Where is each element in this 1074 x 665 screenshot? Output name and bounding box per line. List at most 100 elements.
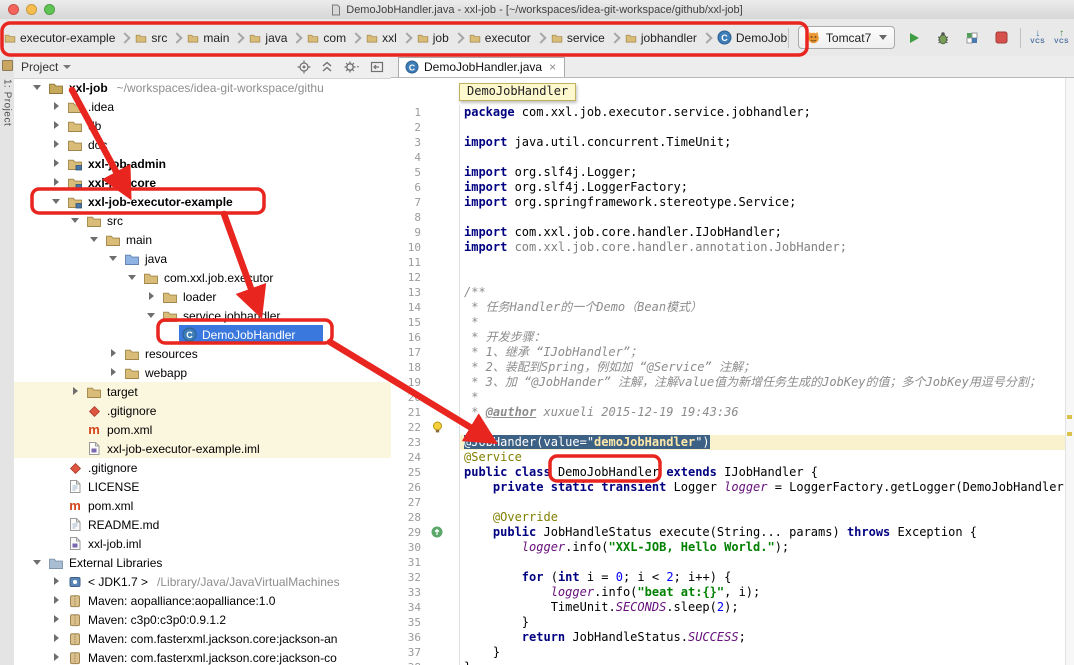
chevron-expanded-icon[interactable] [146, 310, 157, 321]
gutter[interactable] [423, 120, 460, 135]
gutter[interactable] [423, 660, 460, 665]
code-text[interactable]: import com.xxl.job.core.handler.annotati… [460, 240, 1066, 255]
chevron-collapsed-icon[interactable] [51, 101, 62, 112]
gutter[interactable] [423, 585, 460, 600]
gutter[interactable] [423, 360, 460, 375]
gutter[interactable] [423, 465, 460, 480]
code-text[interactable]: import com.xxl.job.core.handler.IJobHand… [460, 225, 1066, 240]
gutter[interactable] [423, 435, 460, 450]
chevron-collapsed-icon[interactable] [108, 348, 119, 359]
code-text[interactable]: @Override [460, 510, 1066, 525]
code-text[interactable]: * 开发步骤： [460, 330, 1066, 345]
breadcrumb-item-main[interactable]: main [184, 29, 232, 47]
chevron-collapsed-icon[interactable] [51, 652, 62, 663]
tree-item-com-xxl-job-executor[interactable]: com.xxl.job.executor [14, 268, 391, 287]
coverage-button[interactable] [962, 28, 982, 48]
gutter[interactable] [423, 630, 460, 645]
tree-item-pom-xml[interactable]: mpom.xml [14, 496, 391, 515]
gutter[interactable] [423, 390, 460, 405]
gutter[interactable] [423, 645, 460, 660]
tree-item-java[interactable]: java [14, 249, 391, 268]
tree-item-demojobhandler[interactable]: CDemoJobHandler [14, 325, 391, 344]
chevron-collapsed-icon[interactable] [51, 158, 62, 169]
hide-panel-icon[interactable] [370, 60, 384, 74]
gutter[interactable] [423, 285, 460, 300]
gutter[interactable] [423, 150, 460, 165]
gutter[interactable] [423, 540, 460, 555]
breadcrumb-item-src[interactable]: src [132, 29, 170, 47]
code-text[interactable]: /** [460, 285, 1066, 300]
code-text[interactable]: } [460, 645, 1066, 660]
code-text[interactable] [460, 495, 1066, 510]
chevron-expanded-icon[interactable] [89, 234, 100, 245]
tree-item-maven-com-fasterxml-jackson-core-jackson-an[interactable]: Maven: com.fasterxml.jackson.core:jackso… [14, 629, 391, 648]
project-tool-window-button[interactable]: 1: Project [2, 79, 13, 126]
editor-scrollbar-stripe[interactable] [1065, 78, 1074, 665]
chevron-collapsed-icon[interactable] [51, 139, 62, 150]
code-text[interactable]: * [460, 390, 1066, 405]
tree-item-xxl-job[interactable]: xxl-job~/workspaces/idea-git-workspace/g… [14, 78, 391, 97]
chevron-collapsed-icon[interactable] [146, 291, 157, 302]
code-text[interactable] [460, 555, 1066, 570]
tree-item-xxl-job-executor-example-iml[interactable]: xxl-job-executor-example.iml [14, 439, 391, 458]
tree-item-resources[interactable]: resources [14, 344, 391, 363]
code-text[interactable]: * @author xuxueli 2015-12-19 19:43:36 [460, 405, 1066, 420]
breadcrumb-item-java[interactable]: java [246, 29, 290, 47]
gutter[interactable] [423, 480, 460, 495]
chevron-expanded-icon[interactable] [32, 82, 43, 93]
tree-item-readme-md[interactable]: README.md [14, 515, 391, 534]
gutter[interactable] [423, 315, 460, 330]
code-text[interactable]: private static transient Logger logger =… [460, 480, 1066, 495]
gutter[interactable] [423, 510, 460, 525]
chevron-expanded-icon[interactable] [51, 196, 62, 207]
chevron-collapsed-icon[interactable] [51, 177, 62, 188]
chevron-expanded-icon[interactable] [32, 557, 43, 568]
code-text[interactable]: */ [460, 420, 1066, 435]
tree-item-external-libraries[interactable]: External Libraries [14, 553, 391, 572]
code-text[interactable]: public class DemoJobHandler extends IJob… [460, 465, 1066, 480]
tree-item-service-jobhandler[interactable]: service.jobhandler [14, 306, 391, 325]
gear-icon[interactable] [343, 60, 361, 74]
code-text[interactable]: import org.slf4j.Logger; [460, 165, 1066, 180]
gutter[interactable] [423, 300, 460, 315]
tree-item-doc[interactable]: doc [14, 135, 391, 154]
code-text[interactable] [460, 120, 1066, 135]
gutter[interactable] [423, 165, 460, 180]
gutter[interactable] [423, 240, 460, 255]
code-text[interactable]: import java.util.concurrent.TimeUnit; [460, 135, 1066, 150]
chevron-collapsed-icon[interactable] [51, 633, 62, 644]
gutter[interactable] [423, 405, 460, 420]
code-text[interactable]: * 1、继承 “IJobHandler”； [460, 345, 1066, 360]
tree-item-maven-com-fasterxml-jackson-core-jackson-co[interactable]: Maven: com.fasterxml.jackson.core:jackso… [14, 648, 391, 665]
code-text[interactable]: import org.springframework.stereotype.Se… [460, 195, 1066, 210]
tree-item--idea[interactable]: .idea [14, 97, 391, 116]
tree-item-loader[interactable]: loader [14, 287, 391, 306]
code-text[interactable]: * 2、装配到Spring，例如加 “@Service” 注解； [460, 360, 1066, 375]
breadcrumb-item-executor-example[interactable]: executor-example [1, 29, 118, 47]
breadcrumb-item-com[interactable]: com [304, 29, 349, 47]
gutter[interactable] [423, 450, 460, 465]
gutter[interactable] [423, 555, 460, 570]
code-text[interactable]: import org.slf4j.LoggerFactory; [460, 180, 1066, 195]
project-view-dropdown[interactable]: Project [21, 60, 58, 74]
gutter[interactable] [423, 570, 460, 585]
gutter[interactable] [423, 600, 460, 615]
gutter[interactable] [423, 615, 460, 630]
tree-item-db[interactable]: db [14, 116, 391, 135]
code-text[interactable] [460, 270, 1066, 285]
tree-item-pom-xml[interactable]: mpom.xml [14, 420, 391, 439]
editor-tab[interactable]: C DemoJobHandler.java × [398, 57, 565, 77]
code-text[interactable]: TimeUnit.SECONDS.sleep(2); [460, 600, 1066, 615]
code-text[interactable]: public JobHandleStatus execute(String...… [460, 525, 1066, 540]
code-text[interactable] [460, 255, 1066, 270]
chevron-collapsed-icon[interactable] [51, 576, 62, 587]
tree-item-license[interactable]: LICENSE [14, 477, 391, 496]
debug-button[interactable] [933, 28, 953, 48]
code-text[interactable]: * 任务Handler的一个Demo（Bean模式） [460, 300, 1066, 315]
gutter[interactable] [423, 375, 460, 390]
chevron-collapsed-icon[interactable] [51, 614, 62, 625]
chevron-collapsed-icon[interactable] [108, 367, 119, 378]
tree-item-xxl-job-core[interactable]: xxl-job-core [14, 173, 391, 192]
gutter[interactable] [423, 195, 460, 210]
breadcrumb-item-jobhandler[interactable]: jobhandler [622, 29, 700, 47]
